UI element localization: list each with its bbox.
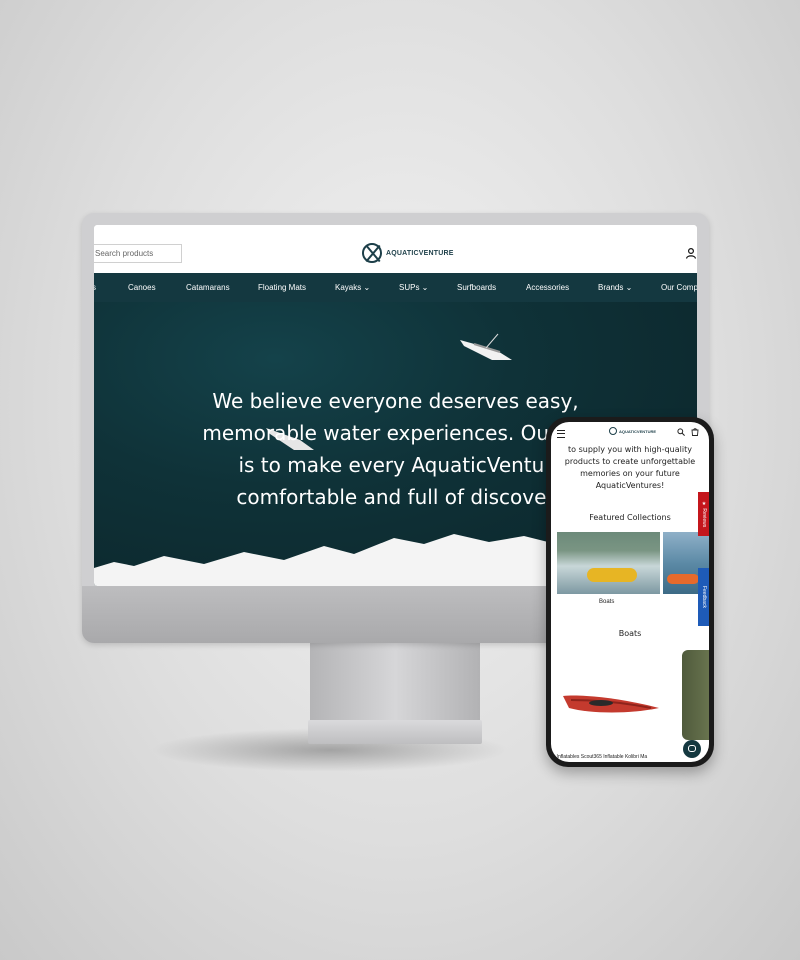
- feedback-tab[interactable]: Feedback: [698, 568, 709, 626]
- green-boat-image[interactable]: [682, 650, 709, 740]
- mission-line: products to create unforgettable: [564, 457, 696, 466]
- chat-bubble-icon[interactable]: [683, 740, 701, 758]
- monitor-stand-neck: [310, 643, 480, 721]
- nav-item-canoes[interactable]: Canoes: [128, 283, 156, 292]
- mobile-phone: AQUATICVENTURE to supply you with high-q…: [546, 417, 714, 767]
- sailboat-image: [460, 333, 512, 360]
- kayak-image: [667, 574, 699, 584]
- oars-logo-icon: [362, 243, 382, 263]
- nav-item-partial[interactable]: s: [94, 283, 96, 292]
- hero-line: We believe everyone deserves easy,: [212, 389, 579, 413]
- hamburger-menu-icon[interactable]: [557, 430, 565, 438]
- search-icon[interactable]: [677, 428, 685, 436]
- mission-line: to supply you with high-quality: [568, 445, 692, 454]
- site-header: Search products AQUATICVENTURE: [94, 225, 697, 273]
- main-nav: s Canoes Catamarans Floating Mats Kayaks…: [94, 273, 697, 302]
- nav-item-brands[interactable]: Brands ⌄: [598, 283, 632, 292]
- featured-collections-title: Featured Collections: [589, 513, 671, 522]
- nav-item-kayaks[interactable]: Kayaks ⌄: [335, 283, 370, 292]
- logo-text: AQUATICVENTURE: [386, 249, 454, 257]
- nav-item-catamarans[interactable]: Catamarans: [186, 283, 230, 292]
- cart-icon[interactable]: [691, 428, 699, 436]
- nav-item-floating-mats[interactable]: Floating Mats: [258, 283, 306, 292]
- mobile-logo-text: AQUATICVENTURE: [619, 428, 657, 434]
- nav-item-accessories[interactable]: Accessories: [526, 283, 569, 292]
- mission-line: AquaticVentures!: [595, 481, 665, 490]
- oars-logo-icon: [609, 427, 617, 435]
- reviews-tab[interactable]: ★ Reviews: [698, 492, 709, 536]
- nav-item-surfboards[interactable]: Surfboards: [457, 283, 496, 292]
- nav-item-our-company[interactable]: Our Comp: [661, 283, 697, 292]
- boats-section-title: Boats: [618, 629, 642, 638]
- raft-image: [587, 568, 637, 582]
- collection-card-label[interactable]: Boats: [599, 599, 614, 605]
- mobile-header: AQUATICVENTURE: [551, 422, 709, 442]
- search-placeholder: Search products: [95, 249, 154, 258]
- nav-item-sups[interactable]: SUPs ⌄: [399, 283, 428, 292]
- mission-line: memories on your future: [580, 469, 680, 478]
- mobile-logo[interactable]: AQUATICVENTURE: [609, 427, 656, 435]
- monitor-stand-base: [308, 720, 482, 744]
- account-icon[interactable]: [685, 247, 697, 259]
- mobile-mission-text: to supply you with high-quality products…: [551, 444, 709, 492]
- search-input[interactable]: Search products: [94, 244, 182, 263]
- collection-card-boats[interactable]: [557, 532, 660, 594]
- site-logo[interactable]: AQUATICVENTURE: [362, 243, 454, 263]
- mobile-screen: AQUATICVENTURE to supply you with high-q…: [551, 422, 709, 762]
- inflatable-kayak-image[interactable]: [561, 690, 661, 720]
